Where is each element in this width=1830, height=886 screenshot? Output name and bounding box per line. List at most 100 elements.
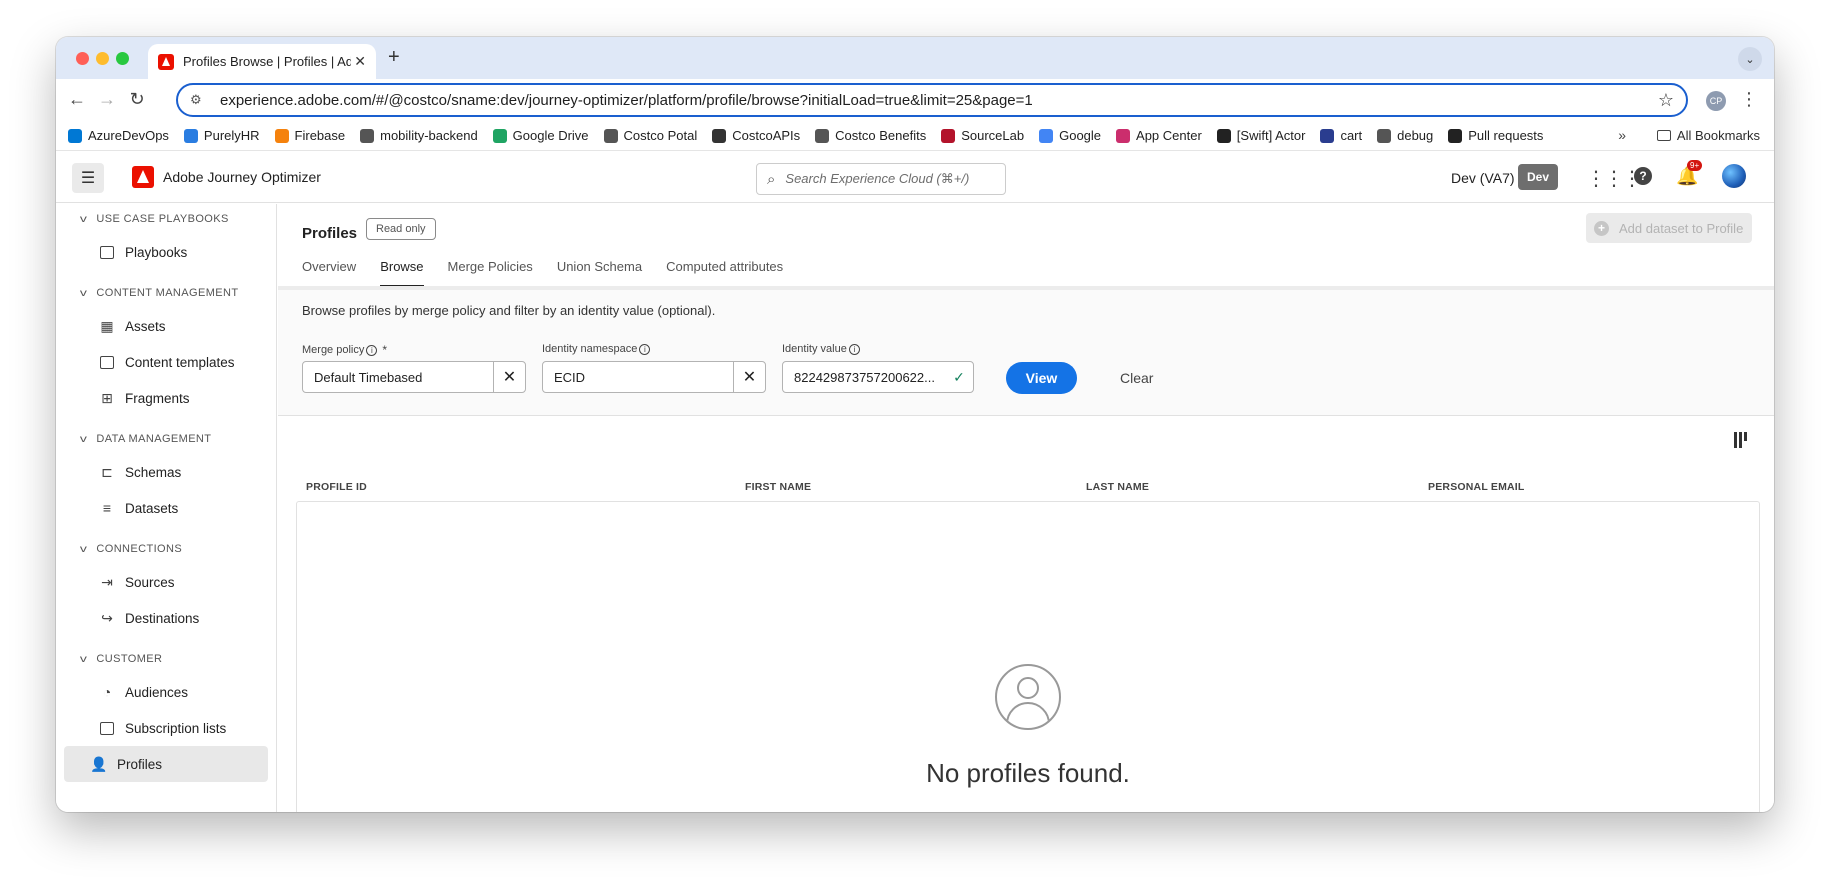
url-text[interactable]: experience.adobe.com/#/@costco/sname:dev…	[220, 92, 1033, 109]
reload-icon[interactable]: ↻	[126, 89, 148, 110]
close-window-button[interactable]	[76, 52, 89, 65]
browser-tab-active[interactable]: Profiles Browse | Profiles | Ad ✕	[148, 44, 376, 79]
bookmark-item[interactable]: SourceLab	[941, 128, 1024, 143]
bookmark-item[interactable]: Google	[1039, 128, 1101, 143]
column-header-personal-email[interactable]: PERSONAL EMAIL	[1428, 481, 1525, 493]
view-button[interactable]: View	[1006, 362, 1077, 394]
bookmark-label: SourceLab	[961, 128, 1025, 143]
close-tab-icon[interactable]: ✕	[354, 53, 366, 70]
sources-icon: ⇥	[101, 573, 113, 590]
environment-badge[interactable]: Dev	[1518, 164, 1559, 190]
section-data-management[interactable]: v DATA MANAGEMENT	[56, 424, 276, 454]
app-name[interactable]: Adobe Journey Optimizer	[163, 169, 321, 185]
clear-identity-namespace-icon[interactable]: ✕	[733, 362, 765, 392]
bookmark-item[interactable]: [Swift] Actor	[1216, 128, 1305, 143]
column-settings-icon[interactable]	[1734, 432, 1752, 450]
sidebar-item-assets[interactable]: ▦ Assets	[64, 308, 268, 344]
bookmark-item[interactable]: PurelyHR	[183, 128, 260, 143]
sidebar-item-label: Assets	[125, 318, 166, 334]
more-bookmarks-icon[interactable]: »	[1618, 127, 1626, 143]
app-switcher-grid-icon[interactable]: ⋮⋮⋮	[1586, 166, 1642, 191]
sidebar-item-schemas[interactable]: ⊏ Schemas	[64, 454, 268, 490]
tab-browse[interactable]: Browse	[380, 255, 424, 287]
tab-computed-attributes[interactable]: Computed attributes	[666, 255, 783, 287]
identity-namespace-select[interactable]: ECID ✕	[542, 361, 766, 393]
sidebar-item-content-templates[interactable]: Content templates	[64, 344, 268, 380]
sidebar-item-destinations[interactable]: ↪ Destinations	[64, 600, 268, 636]
new-tab-button[interactable]: +	[388, 46, 400, 69]
merge-policy-select[interactable]: Default Timebased ✕	[302, 361, 526, 393]
browser-menu-icon[interactable]: ⋮	[1740, 89, 1758, 110]
address-bar[interactable]: ⚙ experience.adobe.com/#/@costco/sname:d…	[176, 83, 1688, 117]
bookmark-label: App Center	[1136, 128, 1202, 143]
column-header-first-name[interactable]: FIRST NAME	[745, 481, 811, 493]
sidebar-item-label: Profiles	[117, 756, 163, 772]
left-navigation: v USE CASE PLAYBOOKS Playbooks v CONTENT M…	[56, 204, 277, 812]
section-content-management[interactable]: v CONTENT MANAGEMENT	[56, 278, 276, 308]
bookmark-item[interactable]: Google Drive	[492, 128, 589, 143]
all-bookmarks-button[interactable]: All Bookmarks	[1656, 128, 1760, 143]
identity-namespace-value[interactable]: ECID	[543, 370, 733, 385]
sidebar-item-profiles[interactable]: 👤 Profiles	[64, 746, 268, 782]
site-settings-icon[interactable]: ⚙	[190, 92, 208, 108]
adobe-logo-icon[interactable]	[132, 166, 154, 188]
minimize-window-button[interactable]	[96, 52, 109, 65]
sidebar-item-playbooks[interactable]: Playbooks	[64, 234, 268, 270]
bookmark-favicon-icon	[274, 128, 289, 143]
column-header-profile-id[interactable]: PROFILE ID	[306, 481, 367, 493]
bookmark-item[interactable]: App Center	[1116, 128, 1202, 143]
info-icon[interactable]: i	[848, 343, 860, 355]
identity-value-text[interactable]: 822429873757200622...	[783, 370, 945, 385]
bookmark-item[interactable]: Firebase	[274, 128, 345, 143]
chevron-down-icon: v	[79, 653, 88, 665]
tab-search-chevron-icon[interactable]: ⌄	[1738, 47, 1762, 71]
identity-value-input[interactable]: 822429873757200622... ✓	[782, 361, 974, 393]
info-icon[interactable]: i	[366, 344, 378, 356]
sidebar-item-fragments[interactable]: ⊞ Fragments	[64, 380, 268, 416]
bookmark-favicon-icon	[1377, 128, 1392, 143]
all-bookmarks-label: All Bookmarks	[1676, 128, 1760, 143]
destinations-icon: ↪	[101, 609, 113, 626]
bookmark-label: mobility-backend	[380, 128, 478, 143]
sidebar-item-subscription-lists[interactable]: Subscription lists	[64, 710, 268, 746]
section-title: CONNECTIONS	[96, 543, 183, 555]
environment-label[interactable]: Dev (VA7)	[1451, 170, 1515, 186]
bookmark-item[interactable]: Costco Benefits	[815, 128, 926, 143]
menu-hamburger-icon[interactable]: ☰	[72, 163, 104, 193]
bookmark-item[interactable]: Pull requests	[1448, 128, 1543, 143]
section-customer[interactable]: v CUSTOMER	[56, 644, 276, 674]
bookmark-item[interactable]: AzureDevOps	[68, 128, 169, 143]
bookmark-favicon-icon	[68, 128, 82, 143]
sidebar-item-sources[interactable]: ⇥ Sources	[64, 564, 268, 600]
forward-arrow-icon[interactable]: →	[96, 89, 118, 110]
sidebar-item-audiences[interactable]: ◔ Audiences	[64, 674, 268, 710]
maximize-window-button[interactable]	[116, 52, 129, 65]
browser-profile-avatar[interactable]: CP	[1706, 91, 1726, 111]
info-icon[interactable]: i	[639, 343, 651, 355]
section-connections[interactable]: v CONNECTIONS	[56, 534, 276, 564]
help-icon[interactable]: ?	[1634, 167, 1652, 185]
sidebar-item-datasets[interactable]: ≡ Datasets	[64, 490, 268, 526]
column-header-last-name[interactable]: LAST NAME	[1086, 481, 1149, 493]
experience-cloud-search[interactable]: ⌕ Search Experience Cloud (⌘+/)	[756, 163, 1006, 195]
tab-union-schema[interactable]: Union Schema	[557, 255, 642, 287]
back-arrow-icon[interactable]: ←	[66, 89, 88, 110]
playbooks-icon	[99, 244, 115, 260]
clear-merge-policy-icon[interactable]: ✕	[493, 362, 525, 392]
merge-policy-value[interactable]: Default Timebased	[303, 370, 493, 385]
clear-button[interactable]: Clear	[1120, 370, 1153, 386]
page-title: Profiles	[302, 225, 358, 242]
tab-overview[interactable]: Overview	[302, 255, 356, 287]
section-use-case-playbooks[interactable]: v USE CASE PLAYBOOKS	[56, 204, 276, 234]
bookmark-item[interactable]: Costco Potal	[603, 128, 697, 143]
add-dataset-to-profile-button[interactable]: + Add dataset to Profile	[1586, 213, 1752, 243]
bookmark-item[interactable]: CostcoAPIs	[712, 128, 800, 143]
bookmark-star-icon[interactable]: ☆	[1658, 90, 1674, 111]
bookmark-item[interactable]: debug	[1377, 128, 1433, 143]
tab-merge-policies[interactable]: Merge Policies	[448, 255, 533, 287]
bookmark-item[interactable]: mobility-backend	[360, 128, 478, 143]
empty-profile-avatar-icon	[995, 664, 1061, 730]
user-avatar[interactable]	[1722, 164, 1746, 188]
bookmark-item[interactable]: cart	[1320, 128, 1362, 143]
bookmark-favicon-icon	[603, 128, 618, 143]
